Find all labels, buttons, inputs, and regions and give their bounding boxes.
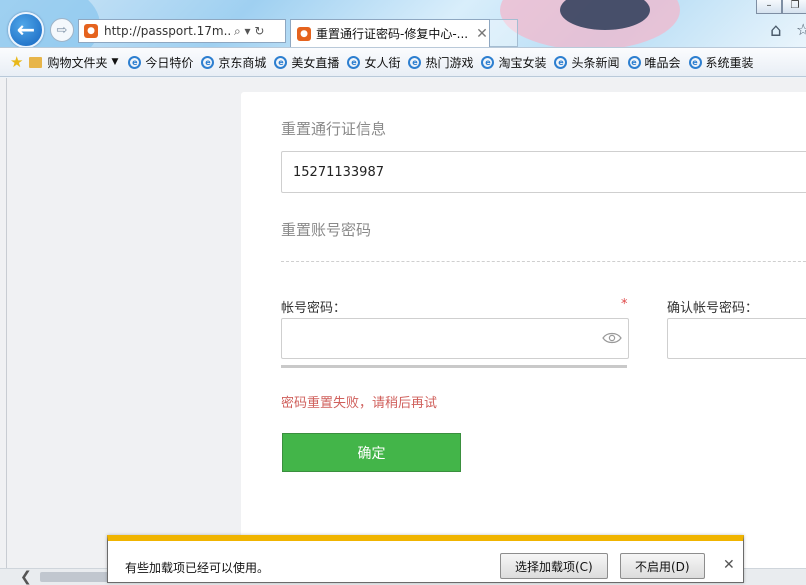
scroll-left-icon[interactable]: ❮ xyxy=(20,569,32,585)
address-controls[interactable]: ⌕ ▾ ↻ xyxy=(234,24,264,39)
scrollbar-thumb[interactable] xyxy=(40,572,110,582)
address-text[interactable]: http://passport.17m... xyxy=(104,24,230,38)
password-strength-bar xyxy=(281,365,627,368)
confirm-password-label: 确认帐号密码： xyxy=(667,301,759,316)
favorite-item[interactable]: e 热门游戏 xyxy=(408,54,473,71)
confirm-button[interactable]: 确定 xyxy=(282,433,461,472)
restore-button[interactable]: ❐ xyxy=(782,0,806,14)
favorite-item-label: 唯品会 xyxy=(644,55,681,70)
favorite-item[interactable]: e 今日特价 xyxy=(128,54,193,71)
ie-page-icon: e xyxy=(554,55,568,69)
ie-page-icon: e xyxy=(481,55,495,69)
page-viewport: 重置通行证信息 15271133987 重置账号密码 帐号密码： * 确认帐号密… xyxy=(0,78,806,570)
tab-close-icon[interactable]: ✕ xyxy=(476,26,488,42)
browser-title-bar: ← ⇨ ● http://passport.17m... ⌕ ▾ ↻ ● 重置通… xyxy=(0,0,806,47)
folder-icon xyxy=(29,56,43,68)
favorite-item[interactable]: e 美女直播 xyxy=(274,54,339,71)
home-icon[interactable]: ⌂ xyxy=(770,20,781,41)
password-input[interactable] xyxy=(281,318,629,359)
favorite-item[interactable]: e 淘宝女装 xyxy=(481,54,546,71)
new-tab-button[interactable] xyxy=(490,19,518,47)
phone-number-value: 15271133987 xyxy=(293,164,384,180)
chevron-down-icon[interactable]: ▼ xyxy=(111,57,118,67)
minimize-button[interactable]: – xyxy=(756,0,782,14)
confirm-password-input[interactable] xyxy=(667,318,806,359)
favorite-item[interactable]: e 唯品会 xyxy=(627,54,681,71)
favorite-item-label: 热门游戏 xyxy=(425,55,474,70)
ie-page-icon: e xyxy=(688,55,702,69)
tab-favicon-icon: ● xyxy=(297,26,311,41)
page-border xyxy=(6,78,7,570)
ie-page-icon: e xyxy=(201,55,215,69)
error-message: 密码重置失败，请稍后再试 xyxy=(281,396,438,411)
disable-addons-button[interactable]: 不启用(D) xyxy=(620,553,705,579)
favorite-item-label: 淘宝女装 xyxy=(498,55,547,70)
phone-number-field[interactable]: 15271133987 xyxy=(281,151,806,193)
favorite-item[interactable]: e 女人街 xyxy=(347,54,400,71)
ie-page-icon: e xyxy=(408,55,422,69)
favorite-item[interactable]: e 系统重装 xyxy=(688,54,754,71)
favorite-item-label: 头条新闻 xyxy=(571,55,620,70)
favorite-item-label: 系统重装 xyxy=(705,55,754,70)
ie-page-icon: e xyxy=(627,55,641,69)
site-favicon-icon: ● xyxy=(84,24,98,38)
window-controls: – ❐ xyxy=(756,0,806,14)
favorite-item-label: 女人街 xyxy=(364,55,401,70)
required-mark: * xyxy=(621,297,628,312)
favorite-item-label: 今日特价 xyxy=(145,55,194,70)
section-title-reset-password: 重置账号密码 xyxy=(281,221,372,239)
back-arrow-icon: ← xyxy=(16,17,36,43)
tab-active[interactable]: ● 重置通行证密码-修复中心-... ✕ xyxy=(290,19,490,47)
divider xyxy=(281,261,806,262)
choose-addons-button[interactable]: 选择加载项(C) xyxy=(500,553,608,579)
back-button[interactable]: ← xyxy=(8,12,44,47)
forward-arrow-icon: ⇨ xyxy=(56,22,68,38)
addons-notification-bar: 有些加载项已经可以使用。 选择加载项(C) 不启用(D) ✕ xyxy=(107,535,744,583)
favorites-bar: ★ 购物文件夹 ▼ e 今日特价 e 京东商城 e 美女直播 e 女人街 e 热… xyxy=(0,47,806,77)
ie-page-icon: e xyxy=(128,55,142,69)
favorites-star-icon[interactable]: ☆ xyxy=(796,20,806,39)
favorite-item-label: 美女直播 xyxy=(291,55,340,70)
section-title-passport-info: 重置通行证信息 xyxy=(281,120,387,138)
password-label: 帐号密码： xyxy=(281,301,347,316)
tab-title: 重置通行证密码-修复中心-... xyxy=(316,27,469,41)
forward-button[interactable]: ⇨ xyxy=(50,18,74,42)
ie-page-icon: e xyxy=(274,55,288,69)
eye-icon[interactable] xyxy=(602,331,622,345)
address-bar[interactable]: ● http://passport.17m... ⌕ ▾ ↻ xyxy=(78,19,286,43)
favorite-item[interactable]: e 头条新闻 xyxy=(554,54,620,71)
favorite-item-label: 京东商城 xyxy=(218,55,267,70)
favorites-folder[interactable]: 购物文件夹 xyxy=(47,54,107,71)
reset-password-card: 重置通行证信息 15271133987 重置账号密码 帐号密码： * 确认帐号密… xyxy=(241,92,806,570)
notification-message: 有些加载项已经可以使用。 xyxy=(125,561,270,575)
add-favorite-star-icon[interactable]: ★ xyxy=(10,53,23,71)
close-icon[interactable]: ✕ xyxy=(723,557,735,573)
ie-page-icon: e xyxy=(347,55,361,69)
favorite-item[interactable]: e 京东商城 xyxy=(201,54,266,71)
